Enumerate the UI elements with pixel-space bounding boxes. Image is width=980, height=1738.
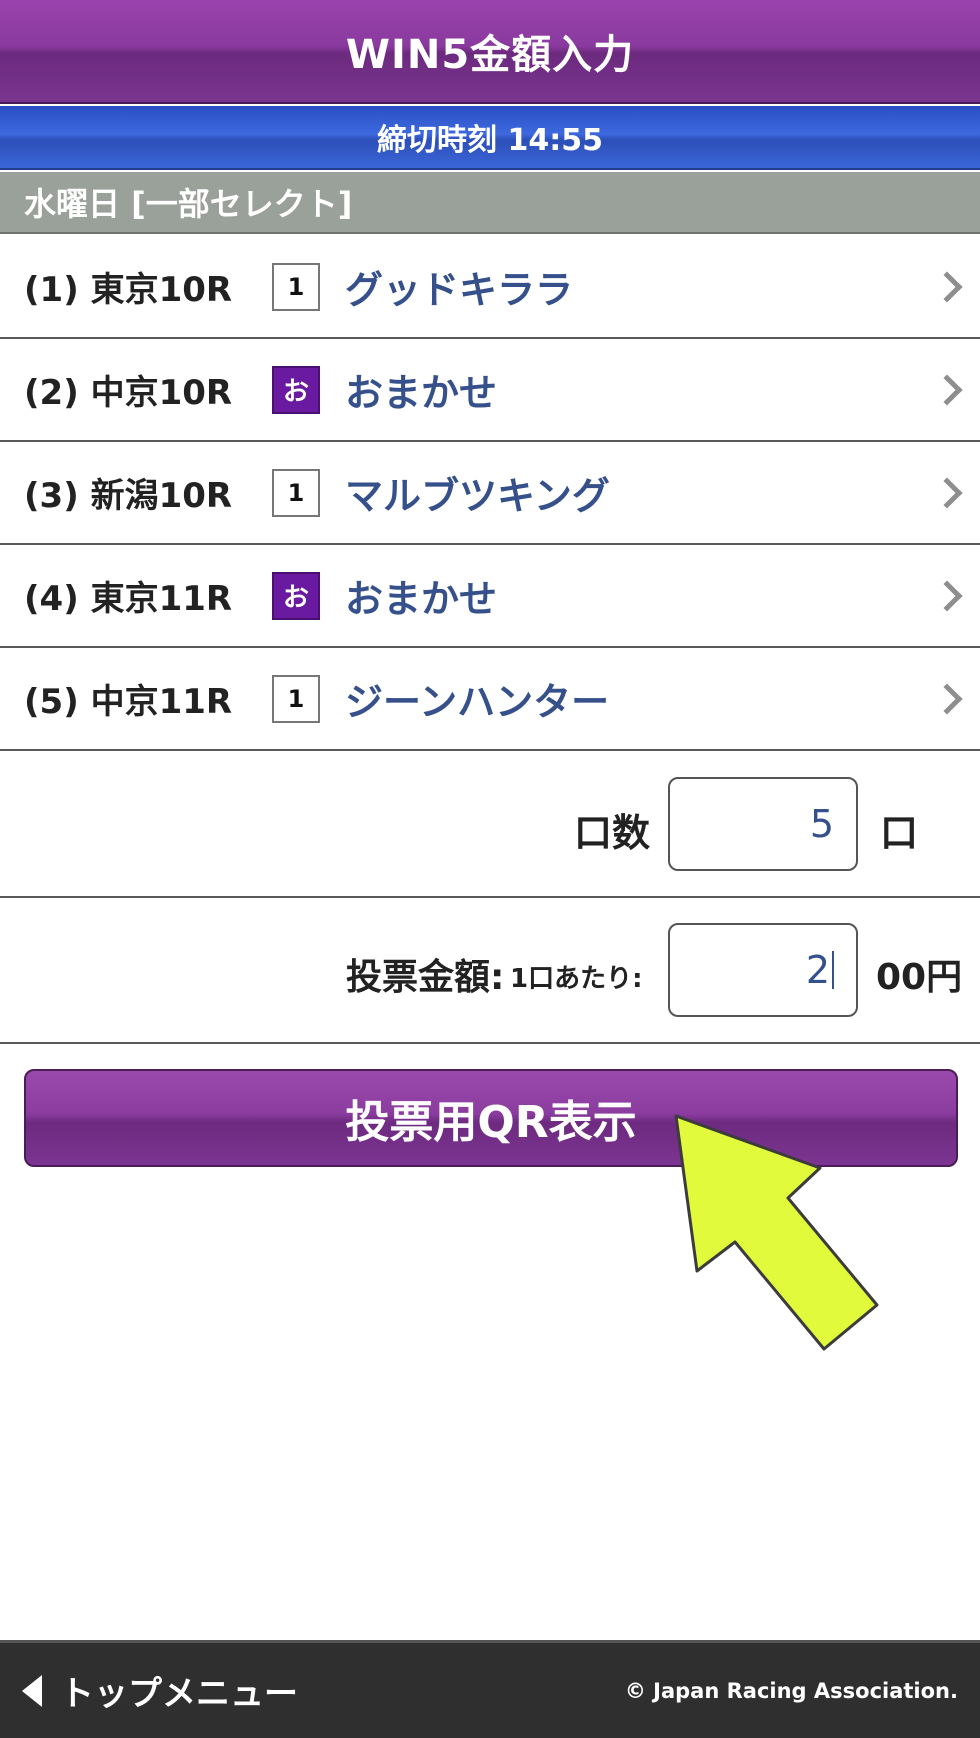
race-label: (3) 新潟10R — [24, 476, 233, 516]
horse-name: おまかせ — [345, 371, 498, 415]
chevron-right-icon — [931, 373, 963, 406]
pick-badge: 1 — [272, 468, 320, 517]
chevron-right-icon — [931, 682, 963, 715]
race-label: (2) 中京10R — [24, 373, 233, 413]
qr-button-label: 投票用QR表示 — [345, 1097, 637, 1148]
count-label: 口数 — [574, 811, 651, 855]
pick-badge: 1 — [272, 262, 320, 311]
race-row-5[interactable]: (5) 中京11R 1 ジーンハンター — [0, 648, 980, 751]
amount-unit: 00円 — [876, 957, 963, 998]
copyright-text: © Japan Racing Association. — [624, 1678, 958, 1703]
race-row-3[interactable]: (3) 新潟10R 1 マルブツキング — [0, 442, 980, 545]
omakase-badge: お — [272, 365, 320, 414]
deadline-bar: 締切時刻 14:55 — [0, 106, 980, 170]
day-bar: 水曜日 [一部セレクト] — [0, 172, 980, 234]
race-label: (5) 中京11R — [24, 682, 233, 722]
race-label: (1) 東京10R — [24, 270, 233, 310]
horse-name: おまかせ — [345, 577, 498, 621]
chevron-right-icon — [931, 270, 963, 303]
count-value: 5 — [809, 802, 834, 846]
omakase-badge: お — [272, 571, 320, 620]
top-menu-link[interactable]: トップメニュー — [22, 1666, 298, 1715]
count-unit: 口 — [880, 811, 919, 855]
show-qr-button[interactable]: 投票用QR表示 — [24, 1069, 958, 1167]
race-row-2[interactable]: (2) 中京10R お おまかせ — [0, 339, 980, 442]
race-label: (4) 東京11R — [24, 579, 233, 619]
back-arrow-icon — [22, 1674, 42, 1707]
header-bar: WIN5金額入力 — [0, 0, 980, 104]
race-row-1[interactable]: (1) 東京10R 1 グッドキララ — [0, 236, 980, 339]
page-title: WIN5金額入力 — [345, 32, 635, 78]
horse-name: ジーンハンター — [345, 680, 610, 724]
amount-label: 投票金額: — [346, 957, 505, 998]
horse-name: グッドキララ — [345, 268, 574, 312]
amount-row: 投票金額: 1口あたり: 2 00円 — [0, 898, 980, 1044]
race-list: (1) 東京10R 1 グッドキララ (2) 中京10R お おまかせ (3) … — [0, 236, 980, 751]
pick-badge: 1 — [272, 674, 320, 723]
horse-name: マルブツキング — [345, 474, 610, 518]
text-caret — [832, 951, 834, 989]
footer-bar: トップメニュー © Japan Racing Association. — [0, 1640, 980, 1738]
top-menu-label: トップメニュー — [60, 1674, 298, 1714]
amount-sublabel: 1口あたり: — [510, 964, 643, 994]
chevron-right-icon — [931, 476, 963, 509]
count-row: 口数 5 口 — [0, 752, 980, 898]
day-label: 水曜日 [一部セレクト] — [24, 185, 353, 223]
count-input[interactable]: 5 — [668, 777, 858, 871]
amount-value: 2 — [805, 948, 830, 992]
race-row-4[interactable]: (4) 東京11R お おまかせ — [0, 545, 980, 648]
amount-input[interactable]: 2 — [668, 923, 858, 1017]
deadline-text: 締切時刻 14:55 — [377, 123, 603, 158]
chevron-right-icon — [931, 579, 963, 612]
